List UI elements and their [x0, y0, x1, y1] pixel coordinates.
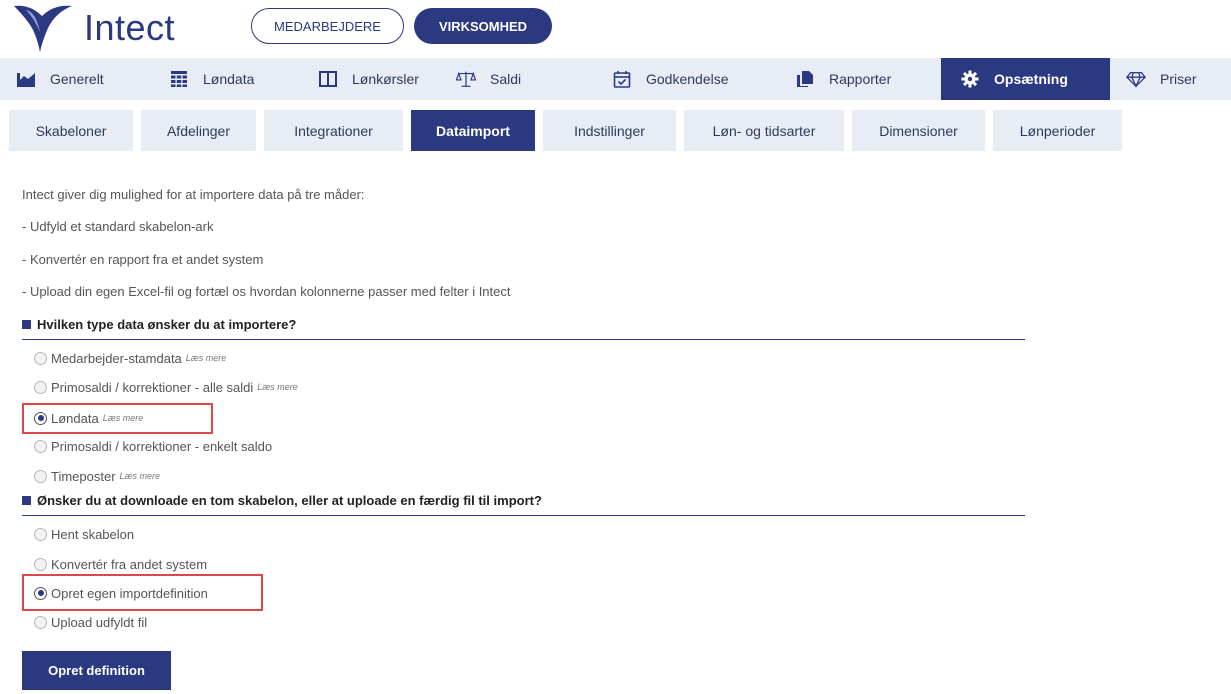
radio-button-checked[interactable]	[34, 586, 47, 600]
radio-button[interactable]	[34, 380, 47, 394]
section-title: Ønsker du at downloade en tom skabelon, …	[37, 493, 542, 508]
gear-icon	[960, 69, 980, 89]
option-upload-udfyldt[interactable]: Upload udfyldt fil	[34, 613, 147, 631]
read-more-link[interactable]: Læs mere	[103, 413, 144, 423]
radio-button[interactable]	[34, 351, 47, 365]
option-primosaldi-enkelt[interactable]: Primosaldi / korrektioner - enkelt saldo	[34, 437, 272, 455]
radio-button-checked[interactable]	[34, 411, 47, 425]
company-button[interactable]: VIRKSOMHED	[414, 8, 552, 44]
tab-opsaetning[interactable]: Opsætning	[941, 58, 1110, 100]
files-icon	[795, 69, 815, 89]
intro-text: Intect giver dig mulighed for at importe…	[22, 187, 365, 202]
section-data-type: Hvilken type data ønsker du at importere…	[22, 317, 1025, 340]
option-label: Hent skabelon	[51, 526, 135, 542]
diamond-icon	[1126, 69, 1146, 89]
tab-label: Priser	[1160, 71, 1197, 87]
brand-name: Intect	[84, 7, 176, 48]
option-loendata[interactable]: Løndata Læs mere	[34, 409, 143, 427]
section-marker-icon	[22, 496, 31, 505]
option-timeposter[interactable]: Timeposter Læs mere	[34, 467, 160, 485]
main-nav: Generelt Løndata Lønkørsler Saldi Godken…	[0, 58, 1231, 100]
intect-logo-icon	[14, 5, 72, 52]
subtab-loen-og-tidsarter[interactable]: Løn- og tidsarter	[684, 110, 844, 151]
read-more-link[interactable]: Læs mere	[120, 471, 161, 481]
brand-logo[interactable]: Intect	[12, 2, 175, 54]
radio-button[interactable]	[34, 439, 47, 453]
tab-generelt[interactable]: Generelt	[16, 58, 156, 100]
option-hent-skabelon[interactable]: Hent skabelon	[34, 525, 134, 543]
intro-bullet-upload: - Upload din egen Excel-fil og fortæl os…	[22, 284, 511, 299]
tab-label: Saldi	[490, 71, 522, 87]
read-more-link[interactable]: Læs mere	[257, 382, 298, 392]
intro-bullet-convert: - Konvertér en rapport fra et andet syst…	[22, 252, 264, 267]
option-label: Upload udfyldt fil	[51, 614, 148, 630]
radio-button[interactable]	[34, 557, 47, 571]
option-label: Timeposter	[51, 468, 116, 484]
subtab-dataimport[interactable]: Dataimport	[411, 110, 535, 151]
option-label: Primosaldi / korrektioner - alle saldi	[51, 379, 254, 395]
calendar-check-icon	[612, 69, 632, 89]
tab-priser[interactable]: Priser	[1126, 58, 1231, 100]
tab-loenkoersler[interactable]: Lønkørsler	[318, 58, 458, 100]
tab-label: Godkendelse	[646, 71, 729, 87]
bar-chart-icon	[16, 69, 36, 89]
section-marker-icon	[22, 320, 31, 329]
subtab-dimensioner[interactable]: Dimensioner	[852, 110, 985, 151]
grid-table-icon	[169, 69, 189, 89]
option-opret-importdefinition[interactable]: Opret egen importdefinition	[34, 584, 208, 602]
subtab-integrationer[interactable]: Integrationer	[264, 110, 403, 151]
tab-loendata[interactable]: Løndata	[169, 58, 299, 100]
tab-label: Løndata	[203, 71, 255, 87]
section-title: Hvilken type data ønsker du at importere…	[37, 317, 297, 332]
radio-button[interactable]	[34, 615, 47, 629]
option-label: Primosaldi / korrektioner - enkelt saldo	[51, 438, 273, 454]
columns-icon	[318, 69, 338, 89]
option-konverter[interactable]: Konvertér fra andet system	[34, 555, 207, 573]
option-label: Opret egen importdefinition	[51, 585, 208, 601]
tab-label: Generelt	[50, 71, 104, 87]
radio-button[interactable]	[34, 527, 47, 541]
tab-rapporter[interactable]: Rapporter	[795, 58, 925, 100]
subtab-loenperioder[interactable]: Lønperioder	[993, 110, 1122, 151]
intro-bullet-template: - Udfyld et standard skabelon-ark	[22, 219, 214, 234]
employees-button[interactable]: MEDARBEJDERE	[251, 8, 404, 44]
top-header: Intect MEDARBEJDERE VIRKSOMHED	[0, 0, 1231, 56]
tab-saldi[interactable]: Saldi	[456, 58, 566, 100]
option-medarbejder-stamdata[interactable]: Medarbejder-stamdata Læs mere	[34, 349, 226, 367]
subtab-afdelinger[interactable]: Afdelinger	[141, 110, 256, 151]
radio-button[interactable]	[34, 469, 47, 483]
option-label: Løndata	[51, 410, 99, 426]
tab-label: Opsætning	[994, 71, 1068, 87]
option-label: Medarbejder-stamdata	[51, 350, 182, 366]
create-definition-button[interactable]: Opret definition	[22, 651, 171, 690]
option-primosaldi-alle[interactable]: Primosaldi / korrektioner - alle saldi L…	[34, 378, 298, 396]
section-action-type: Ønsker du at downloade en tom skabelon, …	[22, 493, 1025, 516]
option-label: Konvertér fra andet system	[51, 556, 208, 572]
subtab-indstillinger[interactable]: Indstillinger	[543, 110, 676, 151]
tab-label: Rapporter	[829, 71, 892, 87]
scale-icon	[456, 69, 476, 89]
tab-godkendelse[interactable]: Godkendelse	[612, 58, 762, 100]
tab-label: Lønkørsler	[352, 71, 419, 87]
read-more-link[interactable]: Læs mere	[186, 353, 227, 363]
subtab-skabeloner[interactable]: Skabeloner	[9, 110, 133, 151]
